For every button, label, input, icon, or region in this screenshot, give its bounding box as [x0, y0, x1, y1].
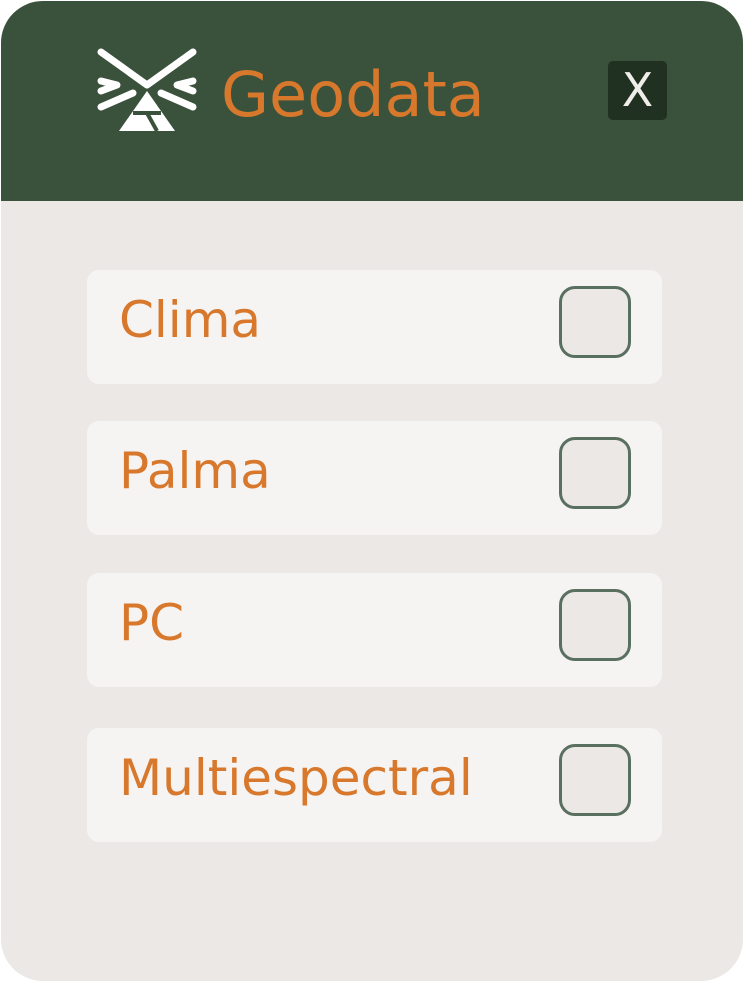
option-label: Multiespectral: [119, 749, 473, 807]
option-multiespectral[interactable]: Multiespectral: [87, 728, 662, 842]
panel-title: Geodata: [221, 58, 485, 131]
geodata-logo-icon: [97, 48, 197, 132]
panel-header: Geodata X: [1, 1, 743, 201]
option-clima[interactable]: Clima: [87, 270, 662, 384]
option-checkbox[interactable]: [559, 437, 631, 509]
geodata-panel: Geodata X Clima Palma PC Multiespectral: [1, 1, 743, 981]
option-label: Clima: [119, 291, 262, 349]
option-palma[interactable]: Palma: [87, 421, 662, 535]
close-icon: X: [621, 63, 654, 117]
option-label: Palma: [119, 442, 271, 500]
option-checkbox[interactable]: [559, 744, 631, 816]
option-checkbox[interactable]: [559, 589, 631, 661]
option-checkbox[interactable]: [559, 286, 631, 358]
option-pc[interactable]: PC: [87, 573, 662, 687]
close-button[interactable]: X: [608, 61, 667, 120]
option-label: PC: [119, 594, 185, 652]
